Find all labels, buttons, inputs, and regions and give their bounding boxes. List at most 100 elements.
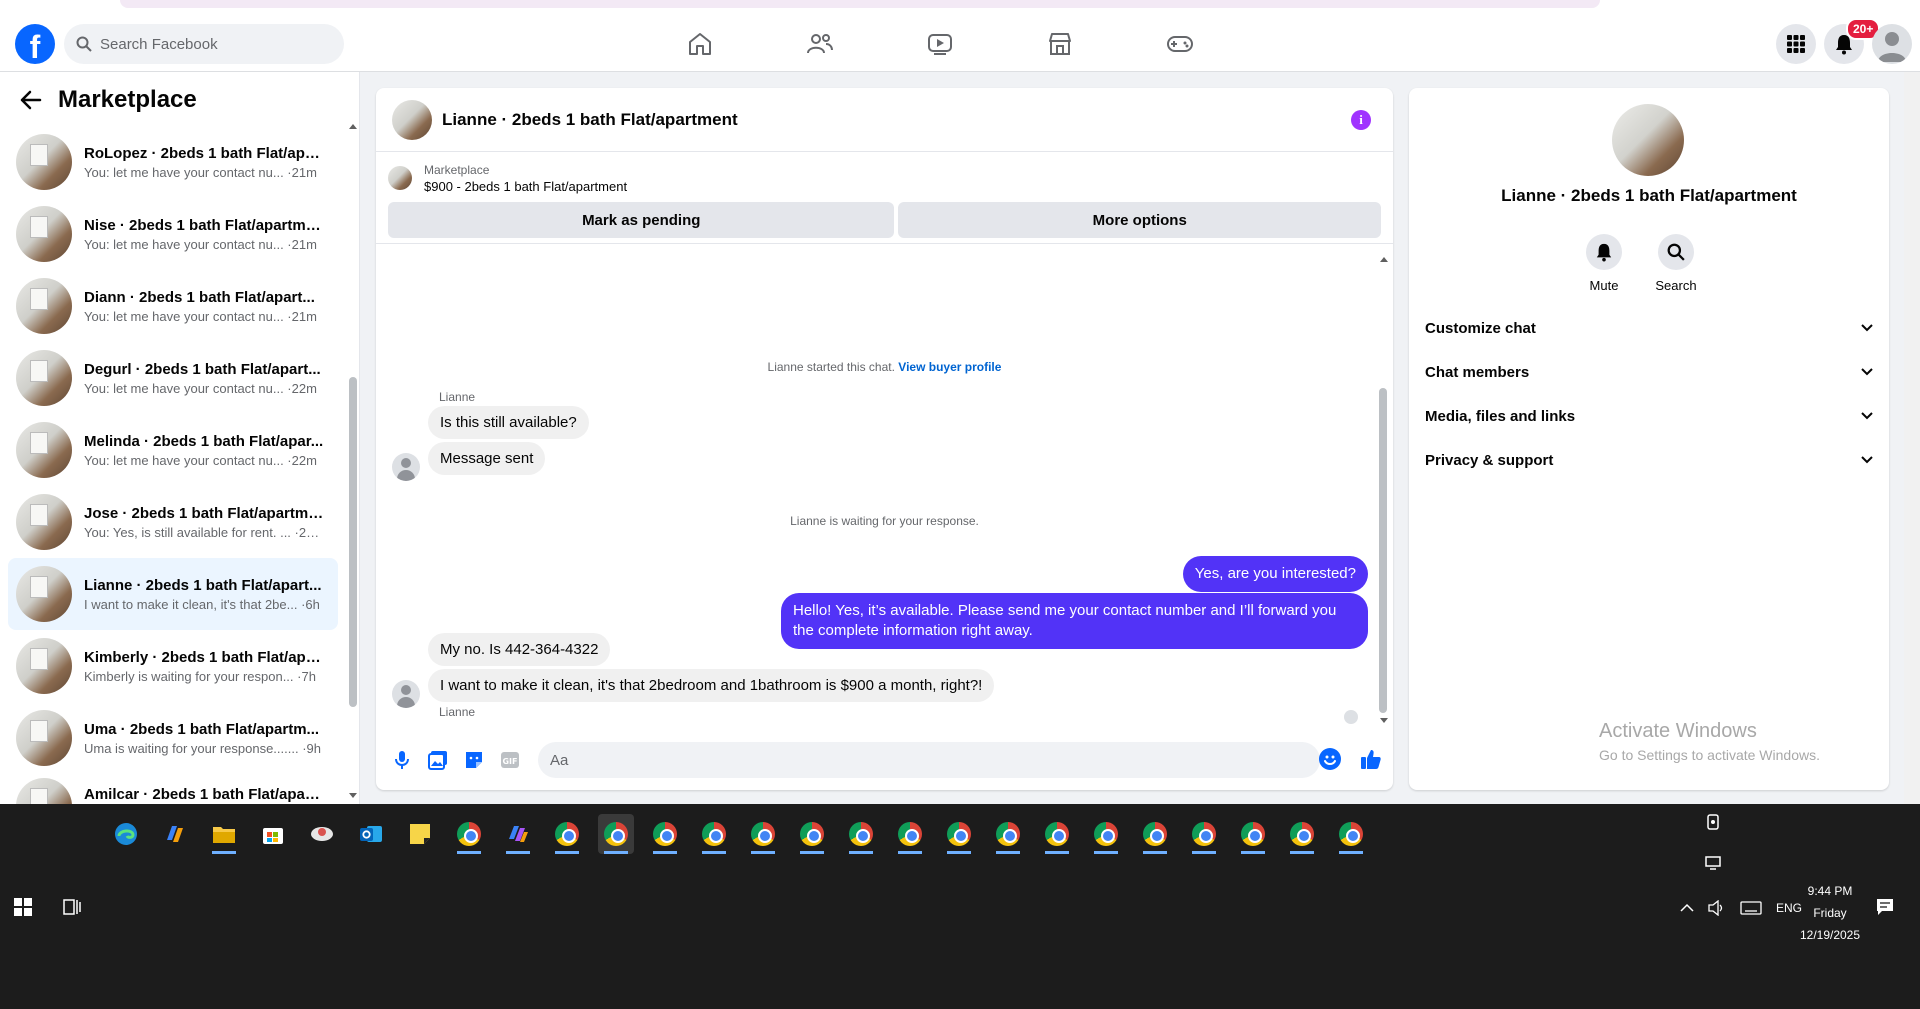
chrome-icon <box>1143 822 1167 846</box>
emoji-button[interactable] <box>1319 748 1341 770</box>
taskbar-chrome[interactable] <box>451 814 487 854</box>
sender-name: Lianne <box>439 390 476 404</box>
home-nav-button[interactable] <box>680 28 720 60</box>
taskbar-chrome[interactable] <box>1284 814 1320 854</box>
conversation-item[interactable]: Nise · 2beds 1 bath Flat/apartme... You: … <box>8 198 338 270</box>
start-button[interactable] <box>14 898 32 921</box>
conversation-item-active[interactable]: Lianne · 2beds 1 bath Flat/apart... I wan… <box>8 558 338 630</box>
more-options-button[interactable]: More options <box>898 202 1381 238</box>
chat-title[interactable]: Lianne · 2beds 1 bath Flat/apartment <box>442 110 738 130</box>
taskbar-outlook[interactable] <box>353 814 389 854</box>
taskbar-sticky-notes[interactable] <box>402 814 438 854</box>
taskbar-tray-icon[interactable] <box>1705 814 1721 835</box>
conversation-item[interactable]: RoLopez · 2beds 1 bath Flat/apa... You: l… <box>8 126 338 198</box>
taskbar-chrome[interactable] <box>1235 814 1271 854</box>
conversation-item[interactable]: Kimberly · 2beds 1 bath Flat/apa... Kimbe… <box>8 630 338 702</box>
scroll-down-arrow-icon[interactable] <box>1379 717 1389 725</box>
taskbar-chrome[interactable] <box>1039 814 1075 854</box>
customize-chat-section[interactable]: Customize chat <box>1425 306 1873 350</box>
taskbar-chrome-active[interactable] <box>598 814 634 854</box>
chevron-up-icon[interactable] <box>1680 903 1694 913</box>
like-button[interactable] <box>1359 747 1383 776</box>
taskbar-chrome[interactable] <box>549 814 585 854</box>
volume-icon[interactable] <box>1708 900 1726 916</box>
facebook-logo[interactable]: f <box>15 24 55 64</box>
incoming-message[interactable]: Message sent <box>428 442 546 475</box>
sticker-button[interactable] <box>462 748 486 772</box>
back-arrow-icon[interactable] <box>20 90 42 110</box>
search-in-chat-button[interactable]: Search <box>1655 234 1697 293</box>
video-nav-button[interactable] <box>920 28 960 60</box>
taskbar-chrome[interactable] <box>990 814 1026 854</box>
system-clock[interactable]: 9:44 PM Friday 12/19/2025 <box>1795 880 1865 946</box>
scroll-up-arrow-icon[interactable] <box>1379 255 1389 263</box>
view-buyer-profile-link[interactable]: View buyer profile <box>898 360 1001 374</box>
taskbar-chrome[interactable] <box>1333 814 1369 854</box>
conversation-item[interactable]: Melinda · 2beds 1 bath Flat/apar... You: … <box>8 414 338 486</box>
search-bar[interactable] <box>64 24 344 64</box>
taskbar-chrome[interactable] <box>647 814 683 854</box>
menu-button[interactable] <box>1776 24 1816 64</box>
marketplace-nav-button[interactable] <box>1040 28 1080 60</box>
taskbar-chrome[interactable] <box>745 814 781 854</box>
taskbar-app[interactable] <box>304 814 340 854</box>
info-icon[interactable]: i <box>1351 110 1371 130</box>
taskbar-copilot[interactable] <box>157 814 193 854</box>
media-files-links-section[interactable]: Media, files and links <box>1425 394 1873 438</box>
message-input[interactable] <box>538 742 1320 778</box>
conversation-item[interactable]: Uma · 2beds 1 bath Flat/apartm... Uma is … <box>8 702 338 774</box>
outgoing-message[interactable]: Yes, are you interested? <box>1182 556 1368 592</box>
taskbar-store[interactable] <box>255 814 291 854</box>
scroll-down-arrow-icon[interactable] <box>348 792 358 800</box>
sender-avatar[interactable] <box>392 680 420 708</box>
taskbar-chrome[interactable] <box>794 814 830 854</box>
incoming-message[interactable]: Is this still available? <box>428 406 589 439</box>
sender-avatar[interactable] <box>392 453 420 481</box>
gaming-nav-button[interactable] <box>1160 28 1200 60</box>
outgoing-message[interactable]: Hello! Yes, it’s available. Please send … <box>781 593 1368 649</box>
taskbar-chrome[interactable] <box>941 814 977 854</box>
listing-thumbnail <box>16 710 72 766</box>
listing-title[interactable]: $900 - 2beds 1 bath Flat/apartment <box>424 179 627 194</box>
taskbar-chrome[interactable] <box>1088 814 1124 854</box>
mark-as-pending-button[interactable]: Mark as pending <box>388 202 895 238</box>
notifications-button[interactable]: 20+ <box>1824 18 1881 64</box>
keyboard-icon[interactable] <box>1740 901 1762 915</box>
clock-day: Friday <box>1813 906 1847 920</box>
conversation-item[interactable]: Jose · 2beds 1 bath Flat/apartme... You: … <box>8 486 338 558</box>
taskbar-file-explorer[interactable] <box>206 814 242 854</box>
listing-thumbnail <box>16 422 72 478</box>
chat-avatar-large[interactable] <box>1612 104 1684 176</box>
sidebar-scrollbar[interactable] <box>349 377 357 707</box>
taskbar-edge[interactable] <box>108 814 144 854</box>
voice-clip-button[interactable] <box>390 748 414 772</box>
page-scrollbar[interactable] <box>1904 72 1920 804</box>
taskbar-chrome[interactable] <box>892 814 928 854</box>
attach-media-button[interactable] <box>426 748 450 772</box>
incoming-message[interactable]: I want to make it clean, it's that 2bedr… <box>428 669 995 702</box>
task-view-button[interactable] <box>62 898 82 921</box>
taskbar-chrome[interactable] <box>696 814 732 854</box>
taskbar-chrome[interactable] <box>1186 814 1222 854</box>
taskbar-chrome[interactable] <box>843 814 879 854</box>
conversation-item[interactable]: Diann · 2beds 1 bath Flat/apart... You: l… <box>8 270 338 342</box>
taskbar-chrome[interactable] <box>1137 814 1173 854</box>
listing-thumbnail[interactable] <box>388 166 412 190</box>
privacy-support-section[interactable]: Privacy & support <box>1425 438 1873 482</box>
chat-members-section[interactable]: Chat members <box>1425 350 1873 394</box>
notification-center-button[interactable] <box>1876 898 1894 921</box>
chevron-down-icon <box>1861 456 1873 464</box>
chat-avatar[interactable] <box>392 99 432 140</box>
mute-button[interactable]: Mute <box>1584 234 1624 293</box>
chat-header: Lianne · 2beds 1 bath Flat/apartment i <box>376 88 1393 152</box>
account-avatar[interactable] <box>1872 24 1912 64</box>
taskbar-m365[interactable] <box>500 814 536 854</box>
search-input[interactable] <box>100 35 320 53</box>
chat-scrollbar[interactable] <box>1379 388 1387 713</box>
incoming-message[interactable]: My no. Is 442-364-4322 <box>428 633 611 666</box>
friends-nav-button[interactable] <box>800 28 840 60</box>
taskbar-tray-icon[interactable] <box>1705 856 1721 875</box>
gif-button[interactable]: GIF <box>498 748 522 772</box>
conversation-item[interactable]: Degurl · 2beds 1 bath Flat/apart... You: … <box>8 342 338 414</box>
scroll-up-arrow-icon[interactable] <box>348 122 358 130</box>
